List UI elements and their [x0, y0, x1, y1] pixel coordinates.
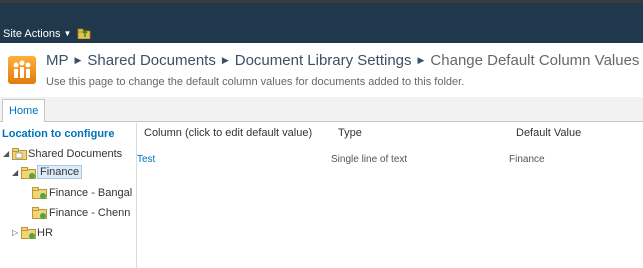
- breadcrumb-arrow-icon: ▶: [221, 55, 229, 65]
- navigate-up-icon[interactable]: [77, 27, 91, 39]
- library-folder-icon: [12, 148, 27, 160]
- column-default-value: Finance: [509, 154, 545, 165]
- tree-item-hr[interactable]: ▷ HR: [12, 226, 72, 242]
- column-type: Single line of text: [331, 154, 408, 165]
- location-heading: Location to configure: [2, 128, 115, 140]
- tree-item-label: Finance - Bangal: [49, 187, 133, 199]
- breadcrumb-arrow-icon: ▶: [74, 55, 82, 65]
- tree-item-shared-documents[interactable]: ◢ Shared Documents: [3, 147, 135, 163]
- breadcrumb-site-link[interactable]: MP: [46, 52, 69, 69]
- breadcrumb-arrow-icon: ▶: [417, 55, 425, 65]
- column-header-column: Column (click to edit default value): [144, 127, 313, 139]
- folder-settings-icon: [21, 167, 36, 179]
- site-actions-label: Site Actions: [3, 28, 61, 40]
- site-logo-icon[interactable]: [8, 56, 36, 84]
- tab-home[interactable]: Home: [2, 99, 46, 122]
- left-nav: Location to configure ◢ Shared Documents…: [0, 123, 137, 268]
- breadcrumb: MP ▶ Shared Documents ▶ Document Library Set…: [46, 52, 639, 69]
- breadcrumb-settings-link[interactable]: Document Library Settings: [235, 52, 412, 69]
- ribbon-tab-row: Home: [0, 97, 643, 122]
- folder-settings-icon: [32, 207, 47, 219]
- breadcrumb-library-link[interactable]: Shared Documents: [87, 52, 215, 69]
- folder-settings-icon: [21, 227, 36, 239]
- expanded-arrow-icon[interactable]: ◢: [3, 149, 9, 158]
- column-header-default-value: Default Value: [516, 127, 582, 139]
- page-description: Use this page to change the default colu…: [46, 76, 465, 88]
- expanded-arrow-icon[interactable]: ◢: [12, 168, 18, 177]
- column-name-link[interactable]: Test: [137, 154, 155, 165]
- site-actions-menu[interactable]: Site Actions ▼: [3, 28, 71, 40]
- tree-item-label: Shared Documents: [28, 148, 123, 160]
- title-area: MP ▶ Shared Documents ▶ Document Library Set…: [0, 43, 643, 97]
- page-title: Change Default Column Values: [430, 52, 640, 69]
- collapsed-arrow-icon[interactable]: ▷: [12, 228, 18, 237]
- tree-item-label: Finance: [37, 165, 83, 179]
- tree-item-label: Finance - Chenn: [49, 207, 131, 219]
- tree-item-finance[interactable]: ◢ Finance: [12, 165, 132, 182]
- tree-item-finance-bangal[interactable]: Finance - Bangal: [32, 186, 136, 202]
- tree-item-label: HR: [37, 227, 53, 239]
- column-header-type: Type: [338, 127, 362, 139]
- top-bar: Site Actions ▼: [0, 0, 643, 43]
- chevron-down-icon: ▼: [63, 29, 72, 38]
- folder-settings-icon: [32, 187, 47, 199]
- tree-item-finance-chenn[interactable]: Finance - Chenn: [32, 206, 136, 222]
